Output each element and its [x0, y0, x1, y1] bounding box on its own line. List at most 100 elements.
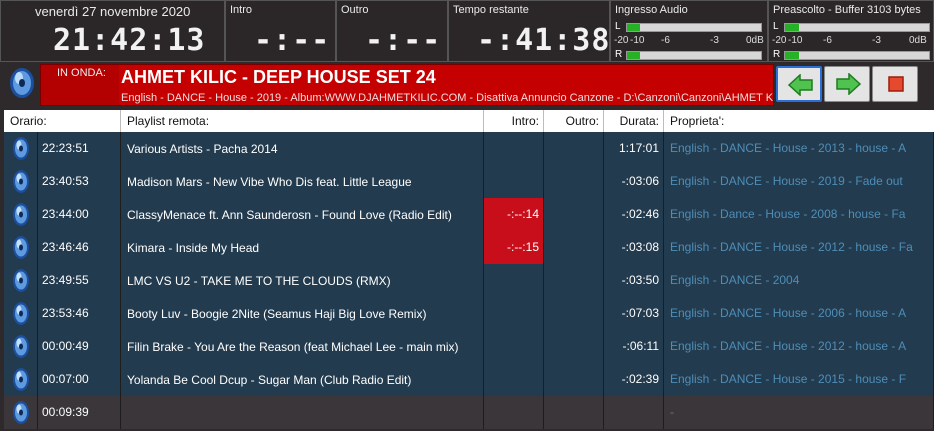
- row-duration: -:03:08: [604, 231, 664, 264]
- playlist-header: Orario: Playlist remota: Intro: Outro: D…: [4, 110, 934, 132]
- next-button[interactable]: [824, 66, 870, 102]
- playlist-table: 22:23:51 Various Artists - Pacha 2014 1:17…: [4, 132, 934, 429]
- table-row[interactable]: 00:09:39 -: [4, 396, 934, 429]
- row-intro: [484, 132, 544, 165]
- stop-button[interactable]: [872, 66, 918, 102]
- row-duration: -:07:03: [604, 297, 664, 330]
- table-row[interactable]: 00:00:49 Filin Brake - You Are the Reason…: [4, 330, 934, 363]
- previous-button[interactable]: [776, 66, 822, 102]
- row-time: 00:00:49: [38, 330, 121, 363]
- column-header-time[interactable]: Orario:: [4, 110, 121, 132]
- row-song: Madison Mars - New Vibe Who Dis feat. Li…: [121, 165, 484, 198]
- row-outro: [544, 132, 604, 165]
- preview-label: Preascolto - Buffer 3103 bytes: [773, 4, 921, 16]
- row-outro: [544, 363, 604, 396]
- row-properties: English - DANCE - House - 2012 - house -…: [664, 231, 934, 264]
- row-time: 00:07:00: [38, 363, 121, 396]
- table-row[interactable]: 23:53:46 Booty Luv - Boogie 2Nite (Seamus…: [4, 297, 934, 330]
- row-time: 23:44:00: [38, 198, 121, 231]
- cd-disc-icon: [4, 264, 38, 297]
- row-duration: 1:17:01: [604, 132, 664, 165]
- row-duration: -:02:46: [604, 198, 664, 231]
- row-song: [121, 396, 484, 429]
- cd-disc-icon: [4, 330, 38, 363]
- preview-left-level: [785, 24, 800, 31]
- row-outro: [544, 297, 604, 330]
- row-properties: English - DANCE - 2004: [664, 264, 934, 297]
- row-song-label: Booty Luv - Boogie 2Nite (Seamus Haji Bi…: [127, 306, 427, 321]
- outro-panel: Outro -:--: [336, 0, 448, 62]
- row-duration: -:02:39: [604, 363, 664, 396]
- cd-disc-icon: [4, 231, 38, 264]
- table-row[interactable]: 23:44:00 ClassyMenace ft. Ann Saunderosn …: [4, 198, 934, 231]
- audio-input-left-level: [627, 24, 641, 31]
- outro-value: -:--: [365, 23, 442, 58]
- cd-disc-icon: [4, 396, 38, 429]
- audio-input-label: Ingresso Audio: [615, 4, 688, 16]
- row-song-label: LMC VS U2 - TAKE ME TO THE CLOUDS (RMX): [127, 273, 391, 288]
- on-air-panel: IN ONDA: AHMET KILIC - DEEP HOUSE SET 24…: [40, 64, 774, 106]
- stop-icon: [888, 76, 904, 92]
- row-duration: -:06:11: [604, 330, 664, 363]
- table-row[interactable]: 23:49:55 LMC VS U2 - TAKE ME TO THE CLOUD…: [4, 264, 934, 297]
- on-air-title: AHMET KILIC - DEEP HOUSE SET 24: [121, 67, 436, 87]
- arrow-right-icon: [836, 73, 861, 95]
- row-properties: English - DANCE - House - 2012 - house -…: [664, 330, 934, 363]
- row-time: 00:09:39: [38, 396, 121, 429]
- audio-input-meter-panel: Ingresso Audio L -20 -10 -6 -3 0dB R: [610, 0, 768, 62]
- preview-meter-panel: Preascolto - Buffer 3103 bytes L -20 -10…: [768, 0, 934, 62]
- row-properties: English - DANCE - House - 2015 - house -…: [664, 363, 934, 396]
- row-intro: [484, 363, 544, 396]
- row-outro: [544, 396, 604, 429]
- row-properties: English - Dance - House - 2008 - house -…: [664, 198, 934, 231]
- table-row[interactable]: 22:23:51 Various Artists - Pacha 2014 1:17…: [4, 132, 934, 165]
- column-header-properties[interactable]: Proprieta':: [664, 110, 934, 132]
- table-row[interactable]: 23:40:53 Madison Mars - New Vibe Who Dis …: [4, 165, 934, 198]
- row-time: 23:40:53: [38, 165, 121, 198]
- on-air-cd-disc-icon: [8, 66, 36, 100]
- row-outro: [544, 165, 604, 198]
- column-header-playlist[interactable]: Playlist remota:: [121, 110, 484, 132]
- cd-disc-icon: [4, 132, 38, 165]
- table-row[interactable]: 00:07:00 Yolanda Be Cool Dcup - Sugar Man…: [4, 363, 934, 396]
- clock-panel: venerdì 27 novembre 2020 21:42:13: [0, 0, 225, 62]
- row-outro: [544, 198, 604, 231]
- row-song: Filin Brake - You Are the Reason (feat M…: [121, 330, 484, 363]
- preview-right-level: [785, 52, 800, 59]
- audio-input-right-level: [627, 52, 641, 59]
- row-duration: -:03:50: [604, 264, 664, 297]
- row-properties: -: [664, 396, 934, 429]
- row-song-label: Kimara - Inside My Head: [127, 240, 260, 255]
- row-duration: -:03:06: [604, 165, 664, 198]
- on-air-tag: IN ONDA:: [57, 67, 106, 79]
- row-outro: [544, 264, 604, 297]
- column-header-duration[interactable]: Durata:: [604, 110, 664, 132]
- clock-time: 21:42:13: [53, 23, 206, 58]
- remaining-value: -:41:38: [477, 23, 611, 58]
- row-properties: English - DANCE - House - 2013 - house -…: [664, 132, 934, 165]
- row-song-label: Various Artists - Pacha 2014: [127, 141, 278, 156]
- arrow-left-icon: [788, 74, 813, 96]
- intro-panel: Intro -:--: [225, 0, 336, 62]
- audio-input-scale: -20 -10 -6 -3 0dB: [614, 35, 764, 46]
- row-time: 23:46:46: [38, 231, 121, 264]
- column-header-intro[interactable]: Intro:: [484, 110, 544, 132]
- cd-disc-icon: [4, 198, 38, 231]
- row-song-label: ClassyMenace ft. Ann Saunderosn - Found …: [127, 207, 452, 222]
- row-song: ClassyMenace ft. Ann Saunderosn - Found …: [121, 198, 484, 231]
- remaining-panel: Tempo restante -:41:38: [448, 0, 610, 62]
- intro-value: -:--: [254, 23, 331, 58]
- row-time: 22:23:51: [38, 132, 121, 165]
- row-intro: [484, 396, 544, 429]
- row-outro: [544, 330, 604, 363]
- table-row[interactable]: 23:46:46 Kimara - Inside My Head -:--:15 -:…: [4, 231, 934, 264]
- row-outro: [544, 231, 604, 264]
- cd-disc-icon: [4, 165, 38, 198]
- row-intro: [484, 330, 544, 363]
- column-header-outro[interactable]: Outro:: [544, 110, 604, 132]
- outro-label: Outro: [341, 4, 369, 16]
- cd-disc-icon: [4, 363, 38, 396]
- row-time: 23:49:55: [38, 264, 121, 297]
- row-song: Yolanda Be Cool Dcup - Sugar Man (Club R…: [121, 363, 484, 396]
- on-air-details: English - DANCE - House - 2019 - Album:W…: [121, 92, 774, 104]
